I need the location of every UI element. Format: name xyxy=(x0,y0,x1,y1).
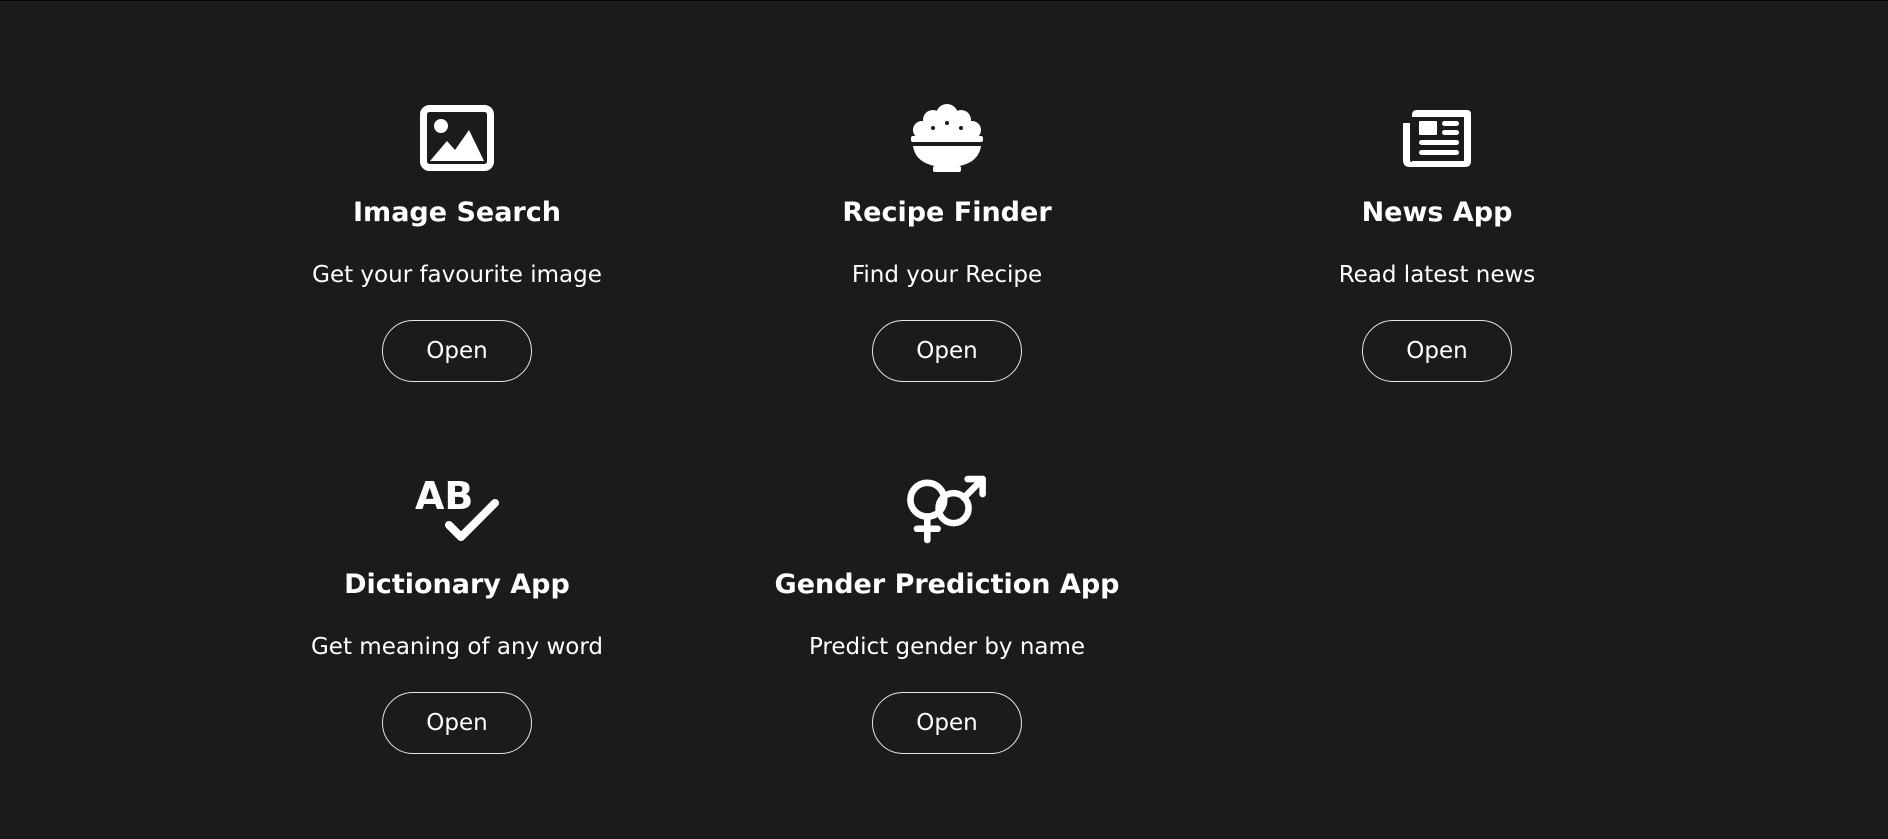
app-title: Recipe Finder xyxy=(842,197,1052,228)
app-description: Read latest news xyxy=(1338,262,1536,288)
app-card-dictionary: AB Dictionary App Get meaning of any wor… xyxy=(257,470,657,760)
rice-bowl-icon xyxy=(902,98,992,178)
app-description: Find your Recipe xyxy=(851,262,1043,288)
app-title: Dictionary App xyxy=(344,569,570,600)
app-description: Predict gender by name xyxy=(808,634,1086,660)
app-title: Image Search xyxy=(353,197,561,228)
spell-check-icon: AB xyxy=(412,470,502,550)
app-description: Get meaning of any word xyxy=(310,634,603,660)
app-title: Gender Prediction App xyxy=(774,569,1120,600)
image-icon xyxy=(412,98,502,178)
app-title: News App xyxy=(1361,197,1513,228)
venus-mars-icon xyxy=(902,470,992,550)
open-button[interactable]: Open xyxy=(382,692,532,754)
open-button[interactable]: Open xyxy=(1362,320,1512,382)
app-card-gender-prediction: Gender Prediction App Predict gender by … xyxy=(747,470,1147,760)
app-card-image-search: Image Search Get your favourite image Op… xyxy=(257,98,657,388)
open-button[interactable]: Open xyxy=(872,692,1022,754)
top-border xyxy=(0,0,1888,1)
app-card-news: News App Read latest news Open xyxy=(1237,98,1637,388)
open-button[interactable]: Open xyxy=(872,320,1022,382)
svg-text:AB: AB xyxy=(415,474,473,518)
app-description: Get your favourite image xyxy=(312,262,602,288)
newspaper-icon xyxy=(1392,98,1482,178)
app-card-recipe-finder: Recipe Finder Find your Recipe Open xyxy=(747,98,1147,388)
open-button[interactable]: Open xyxy=(382,320,532,382)
